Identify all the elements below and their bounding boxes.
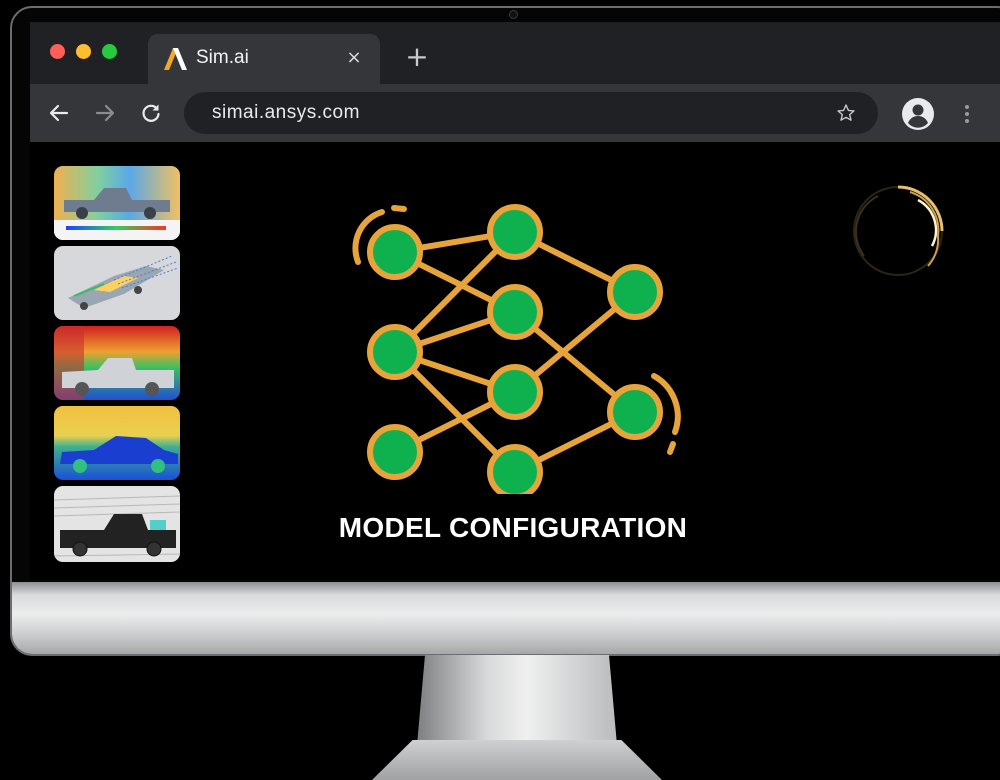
network-node: [487, 364, 543, 420]
network-nodes: [367, 204, 663, 494]
network-edges: [392, 229, 638, 475]
page-viewport: MODEL CONFIGURATION: [30, 142, 1000, 580]
address-bar[interactable]: simai.ansys.com: [184, 92, 878, 134]
loading-spinner-icon: [853, 185, 944, 276]
back-arrow-icon[interactable]: [48, 102, 70, 124]
neural-network-icon: [352, 204, 681, 494]
maximize-window-button[interactable]: [102, 44, 117, 59]
monitor-stand-base: [372, 740, 662, 780]
network-node: [367, 424, 423, 480]
network-node: [367, 224, 423, 280]
tab-close-button[interactable]: ×: [344, 48, 364, 68]
browser-tab[interactable]: Sim.ai ×: [148, 34, 380, 84]
monitor-stand: [417, 655, 617, 745]
webcam: [509, 10, 518, 19]
screen: Sim.ai × + simai.ansys.com MODEL CONFIGU…: [30, 22, 1000, 580]
reload-icon[interactable]: [140, 102, 162, 124]
network-node: [607, 384, 663, 440]
more-menu-icon[interactable]: [964, 104, 970, 124]
forward-arrow-icon[interactable]: [94, 102, 116, 124]
network-node: [487, 204, 543, 260]
browser-toolbar: simai.ansys.com: [30, 84, 1000, 142]
network-node: [487, 284, 543, 340]
bookmark-star-icon[interactable]: [836, 103, 856, 123]
network-node: [367, 324, 423, 380]
simulation-thumbnail-1[interactable]: [54, 166, 180, 240]
sim-ai-logo-icon: [162, 48, 188, 70]
new-tab-button[interactable]: +: [402, 42, 432, 72]
profile-avatar-icon[interactable]: [902, 98, 934, 130]
page-caption: MODEL CONFIGURATION: [338, 512, 688, 543]
tab-title: Sim.ai: [196, 47, 249, 68]
monitor-chin: [12, 582, 1000, 654]
network-node: [607, 264, 663, 320]
minimize-window-button[interactable]: [76, 44, 91, 59]
url-text: simai.ansys.com: [212, 102, 360, 123]
simulation-thumbnail-4[interactable]: [54, 406, 180, 480]
simulation-thumbnail-5[interactable]: [54, 486, 180, 562]
close-window-button[interactable]: [50, 44, 65, 59]
network-node: [487, 444, 543, 494]
simulation-thumbnail-2[interactable]: [54, 246, 180, 320]
simulation-thumbnail-3[interactable]: [54, 326, 180, 400]
tab-bar: Sim.ai × +: [30, 22, 1000, 84]
